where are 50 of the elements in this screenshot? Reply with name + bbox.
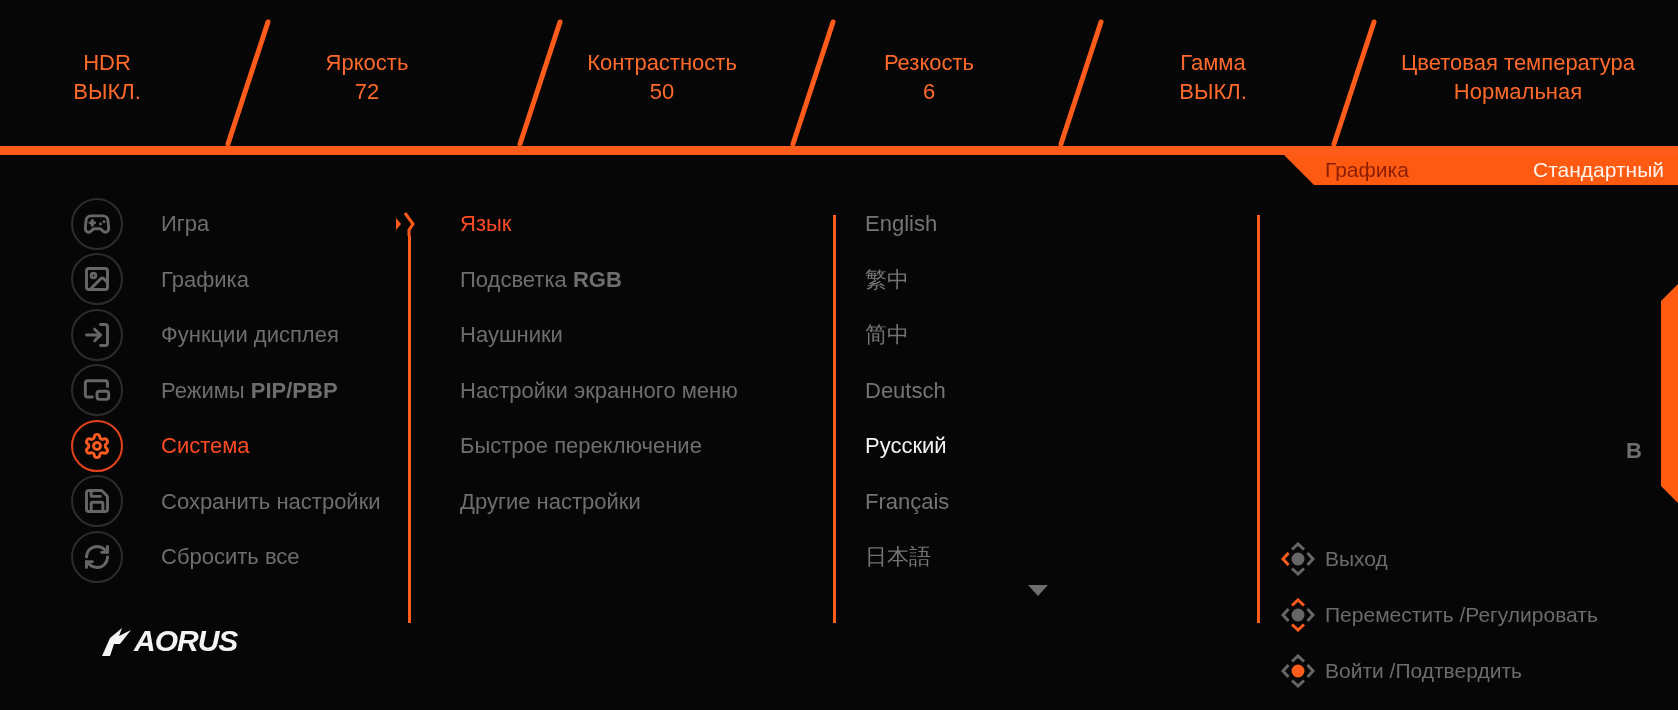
setting-label: Цветовая температура <box>1401 49 1635 77</box>
submenu-item[interactable]: Наушники <box>460 307 833 363</box>
menu-item[interactable]: Сбросить все <box>71 529 400 585</box>
down-triangle-icon[interactable] <box>1028 584 1048 596</box>
hint-text: Выход <box>1325 546 1388 573</box>
language-option[interactable]: 日本語 <box>865 529 1257 585</box>
side-letter: B <box>1626 439 1642 463</box>
setting-label: Резкость <box>883 49 975 77</box>
menu-item[interactable]: Система <box>71 418 400 474</box>
setting-value: 50 <box>649 78 675 106</box>
mode-value: Стандартный <box>1533 158 1664 182</box>
language-option[interactable]: 繁中 <box>865 251 1257 307</box>
setting-label: Гамма <box>1180 49 1246 77</box>
setting-value: ВЫКЛ. <box>1179 78 1247 106</box>
menu-item[interactable]: Сохранить настройки <box>71 473 400 529</box>
setting-value: 72 <box>354 78 380 106</box>
settings-icon <box>71 419 123 472</box>
setting-value: 6 <box>922 78 936 106</box>
direction-pad-icon <box>1281 654 1315 688</box>
circular-arrows-icon <box>71 530 123 583</box>
submenu-item[interactable]: Настройки экранного меню <box>460 362 833 418</box>
gamepad-icon <box>71 197 123 250</box>
hint-text: Войти /Подтвердить <box>1325 658 1522 685</box>
language-option[interactable]: 简中 <box>865 307 1257 363</box>
hint-text: Переместить /Регулировать <box>1325 602 1598 629</box>
setting-label: Контрастность <box>587 49 737 77</box>
direction-pad-icon <box>1281 542 1315 576</box>
logo-wordmark: AORUS <box>134 624 238 657</box>
submenu-item[interactable]: Другие настройки <box>460 473 833 529</box>
menu-item[interactable]: Игра <box>71 196 400 252</box>
direction-pad-icon <box>1281 598 1315 632</box>
submenu-item[interactable]: Язык <box>460 196 833 252</box>
setting-value: ВЫКЛ. <box>73 78 141 106</box>
setting-label: HDR <box>83 49 131 77</box>
submenu-item[interactable]: Подсветка RGB <box>460 251 833 307</box>
language-option[interactable]: Русский <box>865 418 1257 474</box>
language-option[interactable]: Deutsch <box>865 362 1257 418</box>
image-icon <box>71 253 123 306</box>
language-option[interactable]: English <box>865 196 1257 252</box>
language-option[interactable]: Français <box>865 473 1257 529</box>
menu-item[interactable]: Режимы PIP/PBP <box>71 362 400 418</box>
menu-item[interactable]: Функции дисплея <box>71 307 400 363</box>
arrow-into-door-icon <box>71 308 123 361</box>
menu-item[interactable]: Графика <box>71 251 400 307</box>
picture-in-picture-icon <box>71 364 123 417</box>
setting-label: Яркость <box>325 49 409 77</box>
submenu-item[interactable]: Быстрое переключение <box>460 418 833 474</box>
mode-label: Графика <box>1325 158 1409 182</box>
wing-icon <box>102 625 132 656</box>
setting-value: Нормальная <box>1453 78 1583 106</box>
